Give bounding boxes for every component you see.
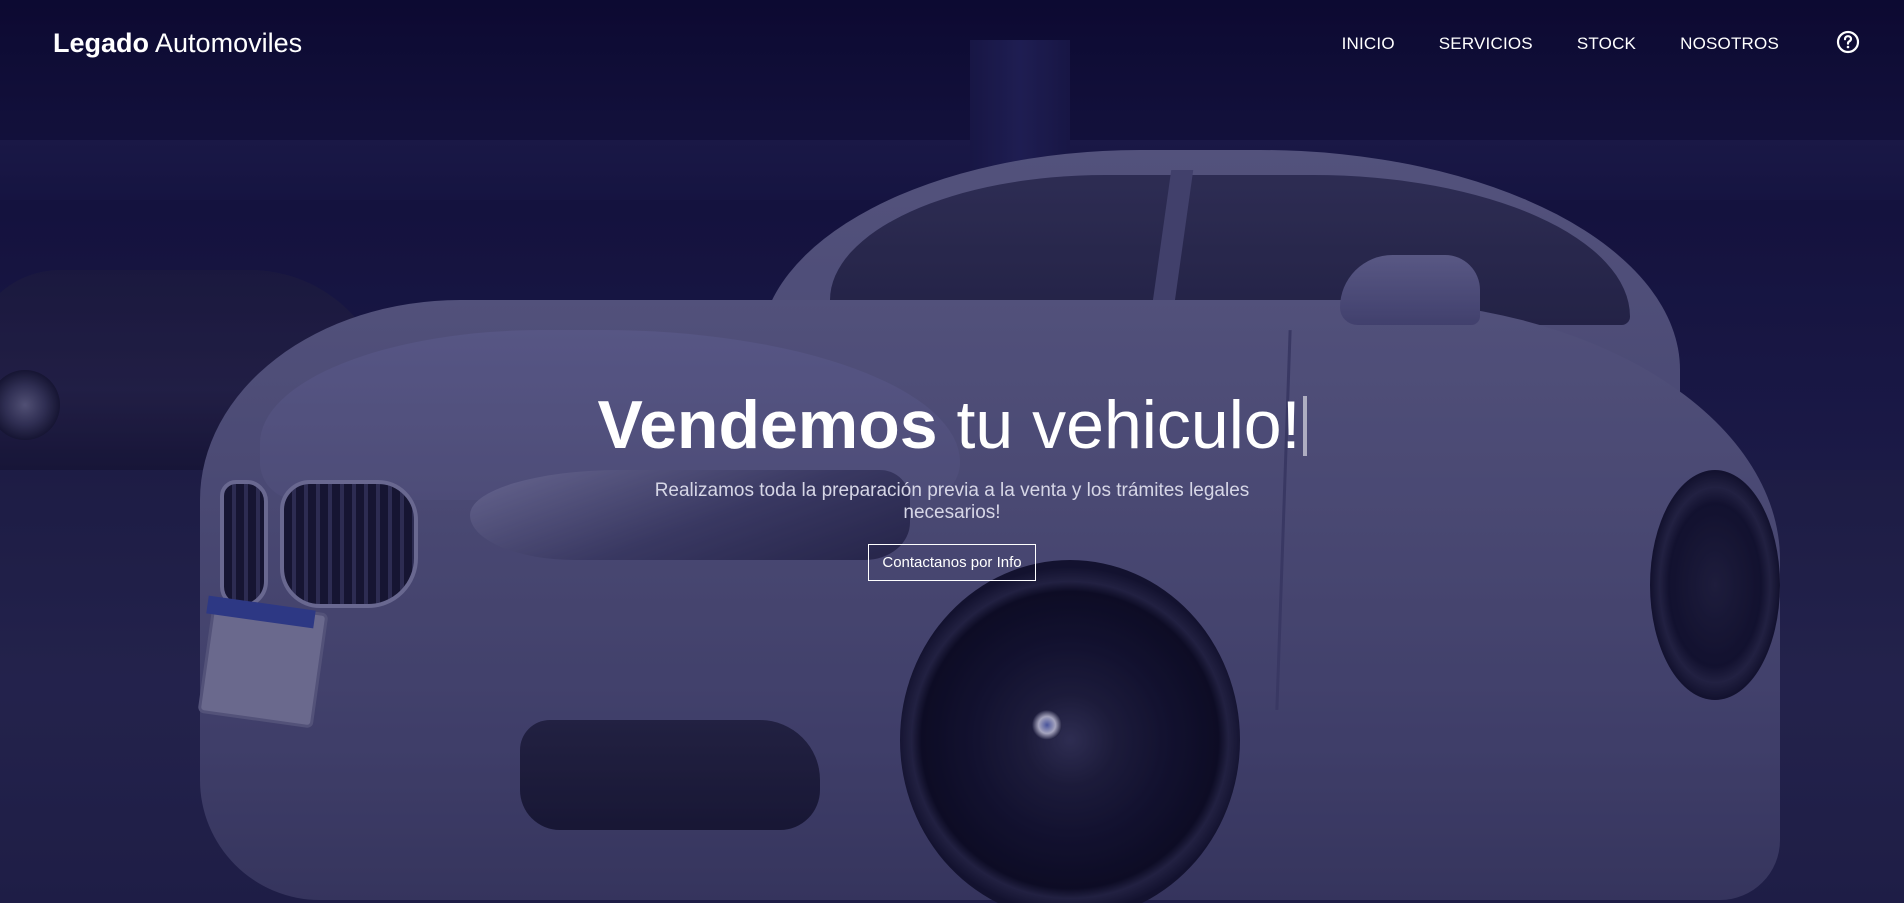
nav-item-stock[interactable]: STOCK: [1577, 34, 1636, 54]
navbar: Legado Automoviles INICIO SERVICIOS STOC…: [0, 0, 1904, 90]
hero-title-bold: Vendemos: [597, 387, 938, 463]
hero-subtitle: Realizamos toda la preparación previa a …: [654, 480, 1250, 523]
hero-title: Vendemos tu vehiculo!: [0, 380, 1904, 470]
hero-title-light: tu vehiculo!: [956, 387, 1301, 463]
brand-name-light: Automoviles: [155, 28, 303, 58]
brand-name-bold: Legado: [53, 28, 150, 58]
nav-item-servicios[interactable]: SERVICIOS: [1439, 34, 1533, 54]
hero-content: Vendemos tu vehiculo! Realizamos toda la…: [0, 380, 1904, 581]
nav-links: INICIO SERVICIOS STOCK NOSOTROS: [1342, 34, 1779, 54]
question-circle-icon[interactable]: [1836, 30, 1860, 54]
typing-cursor: [1302, 396, 1307, 456]
contact-info-button[interactable]: Contactanos por Info: [868, 544, 1036, 581]
nav-item-inicio[interactable]: INICIO: [1342, 34, 1395, 54]
nav-item-nosotros[interactable]: NOSOTROS: [1680, 34, 1779, 54]
hero-section: Legado Automoviles INICIO SERVICIOS STOC…: [0, 0, 1904, 903]
brand-logo[interactable]: Legado Automoviles: [53, 28, 302, 59]
